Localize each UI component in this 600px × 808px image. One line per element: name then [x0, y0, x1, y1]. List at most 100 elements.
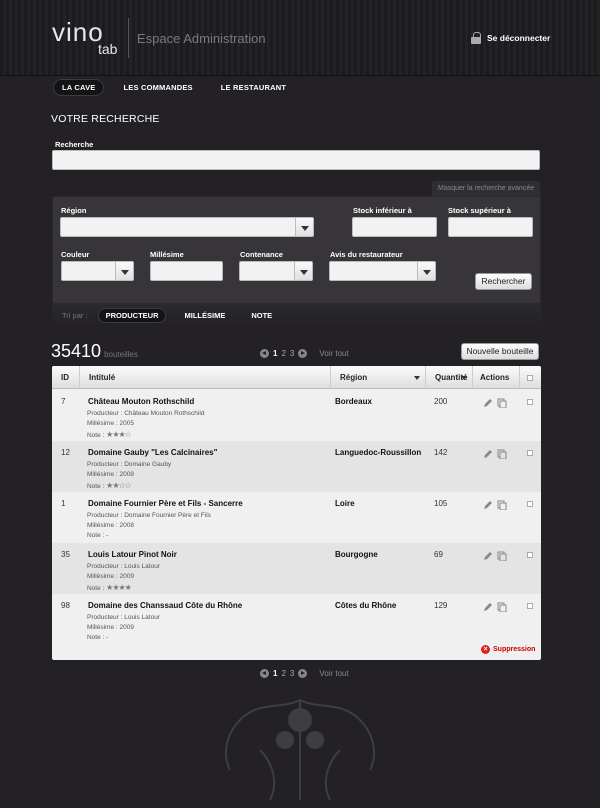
row-checkbox[interactable] [527, 399, 533, 405]
duplicate-icon[interactable] [497, 551, 507, 561]
nav-item-le-restaurant[interactable]: LE RESTAURANT [212, 79, 295, 96]
color-label: Couleur [61, 250, 90, 259]
row-region: Bordeaux [335, 397, 372, 406]
nav-item-les-commandes[interactable]: LES COMMANDES [114, 79, 201, 96]
row-producer: Producteur : Domaine Fournier Père et Fi… [87, 512, 211, 519]
rating-stars-icon: ★★★☆ [106, 430, 132, 439]
nav-item-la-cave[interactable]: LA CAVE [53, 79, 105, 96]
next-page-icon[interactable] [298, 669, 308, 678]
logo[interactable]: vino tab [52, 17, 132, 57]
row-id: 7 [61, 397, 66, 406]
see-all-link[interactable]: Voir tout [319, 669, 348, 678]
edit-pencil-icon[interactable] [483, 602, 493, 612]
rating-stars-icon: ★★★★ [106, 583, 132, 592]
row-title[interactable]: Château Mouton Rothschild [88, 397, 194, 406]
row-checkbox[interactable] [527, 552, 533, 558]
col-region[interactable]: Région [331, 366, 426, 389]
sort-by-note[interactable]: NOTE [243, 308, 280, 323]
chevron-down-icon [417, 262, 435, 280]
sort-by-producer[interactable]: PRODUCTEUR [97, 307, 167, 323]
sort-bar: Tri par : PRODUCTEUR MILLÉSIME NOTE [52, 304, 541, 326]
delete-selection-button[interactable]: × Suppression [481, 645, 535, 654]
duplicate-icon[interactable] [497, 602, 507, 612]
stock-max-input[interactable] [448, 217, 533, 237]
duplicate-icon[interactable] [497, 449, 507, 459]
col-id[interactable]: ID [52, 366, 80, 389]
row-id: 12 [61, 448, 70, 457]
row-quantity: 105 [434, 499, 448, 508]
capacity-select[interactable] [239, 261, 313, 281]
row-producer: Producteur : Domaine Gauby [87, 461, 172, 468]
row-id: 1 [61, 499, 66, 508]
prev-page-icon[interactable] [260, 349, 269, 358]
row-quantity: 200 [434, 397, 448, 406]
stock-min-input[interactable] [352, 217, 437, 237]
table-row[interactable]: 7 Château Mouton Rothschild Producteur :… [52, 390, 541, 441]
row-region: Côtes du Rhône [335, 601, 397, 610]
next-page-icon[interactable] [298, 349, 308, 358]
col-quantity[interactable]: Quantité [426, 366, 473, 389]
main-nav: LA CAVE LES COMMANDES LE RESTAURANT [53, 79, 295, 96]
select-all-checkbox[interactable] [527, 375, 533, 381]
color-select[interactable] [61, 261, 134, 281]
col-select [520, 366, 541, 389]
table-row[interactable]: 35 Louis Latour Pinot Noir Producteur : … [52, 543, 541, 594]
opinion-select[interactable] [329, 261, 436, 281]
lock-icon [471, 32, 481, 44]
see-all-link[interactable]: Voir tout [319, 349, 348, 358]
duplicate-icon[interactable] [497, 398, 507, 408]
vine-ornament-icon [224, 699, 376, 801]
page-link[interactable]: 1 [273, 349, 277, 358]
row-note-label: Note : [87, 634, 105, 641]
delete-icon: × [481, 645, 490, 654]
col-title[interactable]: Intitulé [80, 366, 331, 389]
row-checkbox[interactable] [527, 603, 533, 609]
pagination-bottom: 1 2 3 Voir tout [260, 669, 349, 678]
edit-pencil-icon[interactable] [483, 551, 493, 561]
row-note-value: - [106, 532, 109, 539]
table-row[interactable]: 98 Domaine des Chanssaud Côte du Rhône P… [52, 594, 541, 645]
rating-stars-icon: ★★☆☆ [106, 481, 132, 490]
search-input[interactable] [52, 150, 540, 170]
row-title[interactable]: Domaine des Chanssaud Côte du Rhône [88, 601, 242, 610]
edit-pencil-icon[interactable] [483, 398, 493, 408]
row-title[interactable]: Domaine Gauby "Les Calcinaires" [88, 448, 217, 457]
page-link[interactable]: 3 [290, 349, 294, 358]
region-select[interactable] [60, 217, 314, 237]
row-note-value: - [106, 634, 109, 641]
sort-arrow-icon [414, 376, 420, 380]
table-row[interactable]: 12 Domaine Gauby "Les Calcinaires" Produ… [52, 441, 541, 492]
results-count-unit: bouteilles [104, 350, 138, 359]
row-title[interactable]: Louis Latour Pinot Noir [88, 550, 177, 559]
table-row[interactable]: 1 Domaine Fournier Père et Fils - Sancer… [52, 492, 541, 543]
prev-page-icon[interactable] [260, 669, 269, 678]
row-checkbox[interactable] [527, 501, 533, 507]
col-region-label: Région [340, 373, 368, 382]
row-vintage: Millésime : 2009 [87, 573, 134, 580]
row-quantity: 142 [434, 448, 448, 457]
row-title[interactable]: Domaine Fournier Père et Fils - Sancerre [88, 499, 243, 508]
toggle-advanced-search[interactable]: Masquer la recherche avancée [432, 181, 541, 196]
row-vintage: Millésime : 2009 [87, 624, 134, 631]
page-link[interactable]: 3 [290, 669, 294, 678]
page-link[interactable]: 1 [273, 669, 277, 678]
pagination-top: 1 2 3 Voir tout [260, 349, 349, 358]
row-producer: Producteur : Louis Latour [87, 614, 160, 621]
sort-arrow-icon [461, 376, 467, 380]
region-label: Région [61, 206, 87, 215]
sort-by-vintage[interactable]: MILLÉSIME [176, 308, 233, 323]
logout-link[interactable]: Se déconnecter [471, 32, 550, 44]
row-region: Bourgogne [335, 550, 378, 559]
edit-pencil-icon[interactable] [483, 449, 493, 459]
duplicate-icon[interactable] [497, 500, 507, 510]
edit-pencil-icon[interactable] [483, 500, 493, 510]
chevron-down-icon [294, 262, 312, 280]
new-bottle-button[interactable]: Nouvelle bouteille [461, 343, 539, 360]
search-submit-button[interactable]: Rechercher [475, 273, 532, 290]
opinion-label: Avis du restaurateur [330, 250, 403, 259]
page-link[interactable]: 2 [281, 669, 285, 678]
row-checkbox[interactable] [527, 450, 533, 456]
vintage-input[interactable] [150, 261, 223, 281]
stock-min-label: Stock inférieur à [353, 206, 412, 215]
page-link[interactable]: 2 [281, 349, 285, 358]
